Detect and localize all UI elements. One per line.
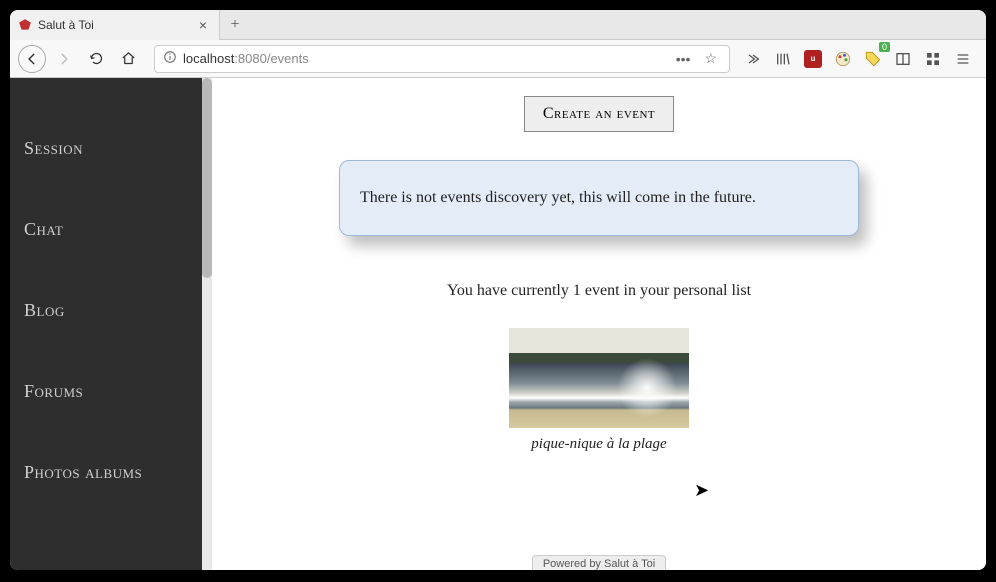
- footer: Powered by Salut à Toi: [212, 558, 986, 570]
- create-event-button[interactable]: Create an event: [524, 96, 674, 132]
- page-actions-icon[interactable]: •••: [672, 51, 695, 67]
- sidebar-item-label: Chat: [24, 219, 63, 239]
- main-panel: Create an event There is not events disc…: [212, 78, 986, 570]
- nav-toolbar: localhost:8080/events ••• ☆ u 0: [10, 40, 986, 78]
- event-count-text: You have currently 1 event in your perso…: [212, 282, 986, 300]
- event-title: pique-nique à la plage: [509, 436, 689, 453]
- sidebar-item-chat[interactable]: Chat: [10, 189, 202, 270]
- scrollbar-thumb[interactable]: [202, 78, 212, 278]
- sidebar-item-session[interactable]: Session: [10, 108, 202, 189]
- sidebar: Session Chat Blog Forums Photos albums: [10, 78, 202, 570]
- sidebar-item-forums[interactable]: Forums: [10, 351, 202, 432]
- forward-button[interactable]: [50, 45, 78, 73]
- ublock-icon[interactable]: u: [802, 48, 824, 70]
- overflow-icon[interactable]: [742, 48, 764, 70]
- sidebar-item-label: Blog: [24, 300, 65, 320]
- extension-paint-icon[interactable]: [832, 48, 854, 70]
- sidebar-item-blog[interactable]: Blog: [10, 270, 202, 351]
- tab-favicon: [18, 18, 32, 32]
- bookmark-star-icon[interactable]: ☆: [700, 50, 721, 67]
- hamburger-menu-icon[interactable]: [952, 48, 974, 70]
- notice-box: There is not events discovery yet, this …: [339, 160, 859, 236]
- reload-button[interactable]: [82, 45, 110, 73]
- connection-info-icon[interactable]: [163, 50, 177, 67]
- tab-title: Salut à Toi: [38, 18, 189, 32]
- tab-close-icon[interactable]: ×: [195, 17, 211, 33]
- extension-tag-icon[interactable]: 0: [862, 48, 884, 70]
- sidebar-item-label: Forums: [24, 381, 83, 401]
- tiles-icon[interactable]: [922, 48, 944, 70]
- event-card[interactable]: pique-nique à la plage: [509, 328, 689, 453]
- sidebar-item-photos-albums[interactable]: Photos albums: [10, 432, 202, 513]
- new-tab-button[interactable]: +: [220, 16, 250, 34]
- badge-count: 0: [879, 42, 890, 52]
- reader-icon[interactable]: [892, 48, 914, 70]
- home-button[interactable]: [114, 45, 142, 73]
- sidebar-item-label: Session: [24, 138, 83, 158]
- footer-text: Powered by Salut à Toi: [532, 555, 666, 570]
- browser-tab[interactable]: Salut à Toi ×: [10, 10, 220, 40]
- url-text: localhost:8080/events: [183, 51, 309, 66]
- tab-strip: Salut à Toi × +: [10, 10, 986, 40]
- scrollbar[interactable]: [202, 78, 212, 570]
- event-thumbnail: [509, 328, 689, 428]
- url-bar[interactable]: localhost:8080/events ••• ☆: [154, 45, 730, 73]
- sidebar-item-label: Photos albums: [24, 462, 142, 482]
- library-icon[interactable]: [772, 48, 794, 70]
- back-button[interactable]: [18, 45, 46, 73]
